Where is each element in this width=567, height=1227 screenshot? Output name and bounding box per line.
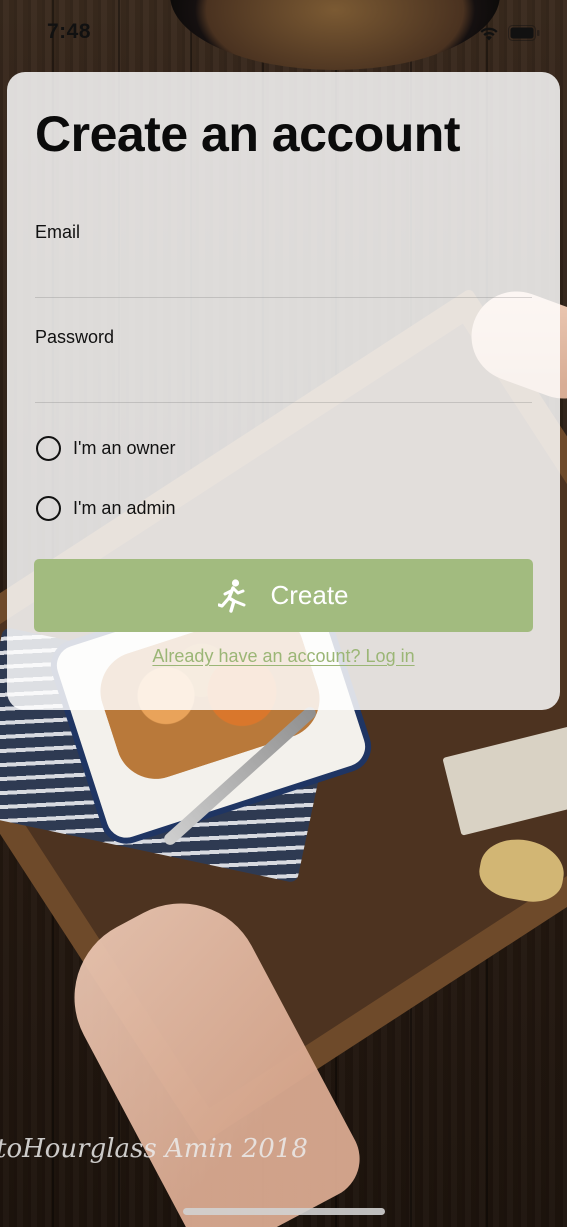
login-link[interactable]: Already have an account? Log in [7, 646, 560, 667]
radio-circle-icon[interactable] [36, 495, 61, 521]
runner-icon [218, 578, 246, 613]
battery-icon [508, 25, 540, 41]
home-indicator[interactable] [183, 1208, 385, 1215]
status-bar: 7:48 [0, 0, 567, 68]
status-time: 7:48 [47, 20, 92, 43]
create-button[interactable]: Create [34, 559, 533, 632]
admin-radio[interactable]: I'm an admin [36, 493, 175, 523]
email-field[interactable] [35, 263, 532, 298]
create-button-label: Create [270, 580, 349, 610]
password-label: Password [35, 327, 115, 347]
admin-radio-label: I'm an admin [73, 497, 176, 518]
photo-watermark: toHourglass Amin 2018 [0, 1134, 308, 1164]
password-field[interactable] [35, 368, 532, 403]
radio-circle-icon[interactable] [36, 435, 61, 461]
owner-radio-label: I'm an owner [73, 437, 176, 458]
wifi-icon [480, 27, 498, 41]
signup-card: Create an account Email Password I'm an … [7, 72, 560, 710]
owner-radio[interactable]: I'm an owner [36, 433, 175, 463]
page-title: Create an account [35, 106, 460, 162]
email-label: Email [35, 222, 81, 242]
